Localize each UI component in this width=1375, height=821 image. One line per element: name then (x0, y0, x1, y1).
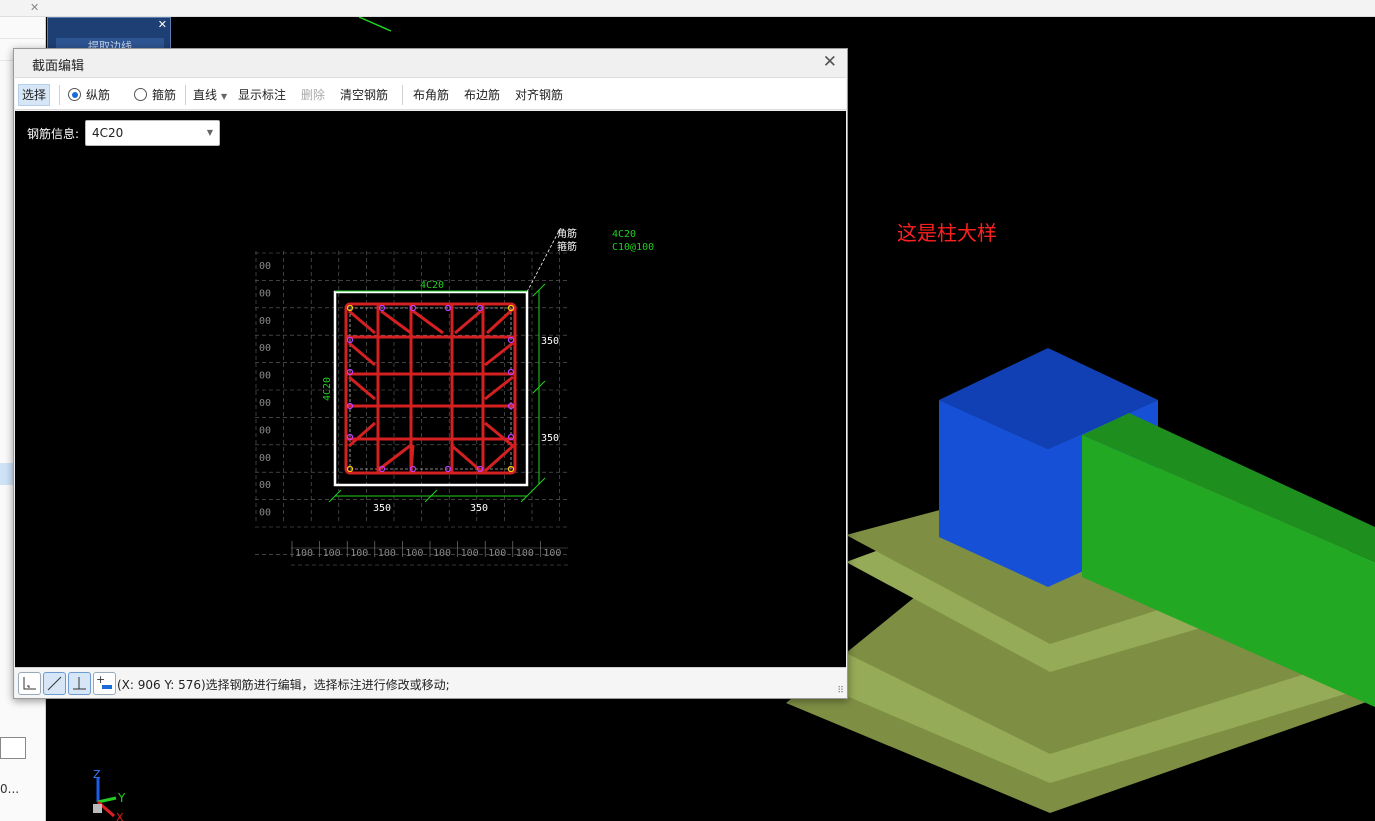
grid-label-left: 00 (259, 480, 271, 491)
grid-label-bottom: 100 (433, 548, 451, 559)
legend-name: 角筋 (557, 227, 577, 240)
status-text: (X: 906 Y: 576)选择钢筋进行编辑，选择标注进行修改或移动; (117, 678, 450, 692)
dialog-statusbar: + (X: 906 Y: 576)选择钢筋进行编辑，选择标注进行修改或移动; ⠿ (15, 667, 846, 698)
grid-label-left: 00 (259, 398, 271, 409)
grid-label-left: 00 (259, 316, 271, 327)
longitudinal-radio-label: 纵筋 (86, 88, 111, 102)
grid-label-bottom: 100 (461, 548, 479, 559)
close-icon[interactable]: ✕ (823, 52, 837, 72)
toolbar-divider (185, 85, 186, 105)
grid-label-bottom: 100 (350, 548, 368, 559)
grid-label-bottom: 100 (295, 548, 313, 559)
grid-label-left: 00 (259, 288, 271, 299)
dim-bottom-2: 350 (470, 503, 488, 514)
dim-bottom-1: 350 (373, 503, 391, 514)
stirrup-hook (348, 375, 376, 401)
stirrup-hook (412, 309, 444, 335)
toolbar-divider (59, 85, 60, 105)
corner-rebar-button[interactable]: 布角筋 (413, 85, 449, 105)
stirrup-hook (454, 309, 482, 335)
grid-label-left: 00 (259, 453, 271, 464)
axis-y-label: Y (117, 791, 126, 805)
edge-rebar-button[interactable]: 布边筋 (464, 85, 500, 105)
toolbar-divider (402, 85, 403, 105)
show-annotation-button[interactable]: 显示标注 (238, 85, 286, 105)
stirrup-radio-label: 箍筋 (152, 88, 177, 102)
resize-grip-icon[interactable]: ⠿ (837, 686, 844, 696)
close-icon[interactable]: ✕ (158, 18, 167, 31)
grid-label-bottom: 100 (378, 548, 396, 559)
list-item[interactable] (0, 17, 46, 39)
host-top-bar: ✕ (0, 0, 1375, 17)
grid-label-left: 00 (259, 425, 271, 436)
stirrup-hook (348, 421, 376, 448)
grid-label-bottom: 100 (516, 548, 534, 559)
section-drawing[interactable]: 00 00 00 00 00 00 00 00 00 00 100 100 100 100 100 100 10… (15, 111, 846, 667)
viewport-line (358, 17, 392, 32)
stirrup-hook (348, 309, 376, 335)
viewport-annotation: 这是柱大样 (897, 221, 997, 245)
dialog-titlebar[interactable]: 截面编辑 ✕ (14, 49, 847, 77)
grid-label-left: 00 (259, 508, 271, 519)
grid-label-bottom: 100 (488, 548, 506, 559)
top-rebar-label: 4C20 (420, 280, 444, 291)
selected-row-indicator[interactable] (0, 463, 14, 485)
legend-name: 箍筋 (557, 240, 577, 253)
section-canvas[interactable]: 钢筋信息: 4C20 ▼ 00 00 00 00 00 00 00 00 00 00 100 100 1… (15, 111, 846, 667)
stirrup-radio[interactable]: 箍筋 (134, 85, 176, 105)
grid-label-bottom: 100 (405, 548, 423, 559)
axis-x-label: X (116, 811, 124, 821)
line-snap-button[interactable] (43, 672, 66, 695)
longitudinal-radio[interactable]: 纵筋 (68, 85, 110, 105)
grid-label-left: 00 (259, 343, 271, 354)
host-left-text: 0... (0, 782, 20, 796)
dim-right-1: 350 (541, 336, 559, 347)
ortho-snap-button[interactable] (18, 672, 41, 695)
add-dimension-button[interactable]: + (93, 672, 116, 695)
stirrup-hook (484, 375, 514, 401)
chevron-down-icon: ▼ (221, 92, 228, 101)
grid-label-bottom: 100 (323, 548, 341, 559)
stirrup-hook (484, 341, 514, 367)
section-edit-dialog: 截面编辑 ✕ 选择 纵筋 箍筋 直线 ▼ 显示标注 删除 清空钢筋 布角筋 布边筋… (13, 48, 848, 699)
legend-value: 4C20 (612, 229, 636, 240)
radio-unchecked-icon (134, 88, 147, 101)
select-button[interactable]: 选择 (18, 84, 51, 106)
radio-checked-icon (68, 88, 81, 101)
host-input-field[interactable] (0, 737, 26, 759)
dialog-toolbar: 选择 纵筋 箍筋 直线 ▼ 显示标注 删除 清空钢筋 布角筋 布边筋 对齐钢筋 (15, 77, 846, 110)
axis-gizmo: Z Y X (86, 768, 136, 821)
stirrup-hook (380, 309, 412, 335)
line-type-dropdown[interactable]: 直线 ▼ (193, 85, 227, 105)
grid-label-left: 00 (259, 371, 271, 382)
left-rebar-label: 4C20 (322, 377, 333, 401)
axis-z-label: Z (93, 768, 101, 781)
clear-rebar-button[interactable]: 清空钢筋 (340, 85, 388, 105)
grid-label-left: 00 (259, 261, 271, 272)
dim-right-2: 350 (541, 433, 559, 444)
close-icon[interactable]: ✕ (30, 1, 39, 14)
legend-value: C10@100 (612, 242, 654, 253)
delete-button[interactable]: 删除 (301, 85, 325, 105)
stirrup-hook (484, 421, 514, 448)
align-rebar-button[interactable]: 对齐钢筋 (515, 85, 563, 105)
svg-text:+: + (96, 673, 105, 686)
dialog-title: 截面编辑 (32, 59, 85, 74)
stirrup-hook (348, 341, 376, 367)
line-type-label: 直线 (193, 88, 218, 102)
stirrup-hook (485, 307, 515, 335)
grid-label-bottom: 100 (543, 548, 561, 559)
perpendicular-snap-button[interactable] (68, 672, 91, 695)
